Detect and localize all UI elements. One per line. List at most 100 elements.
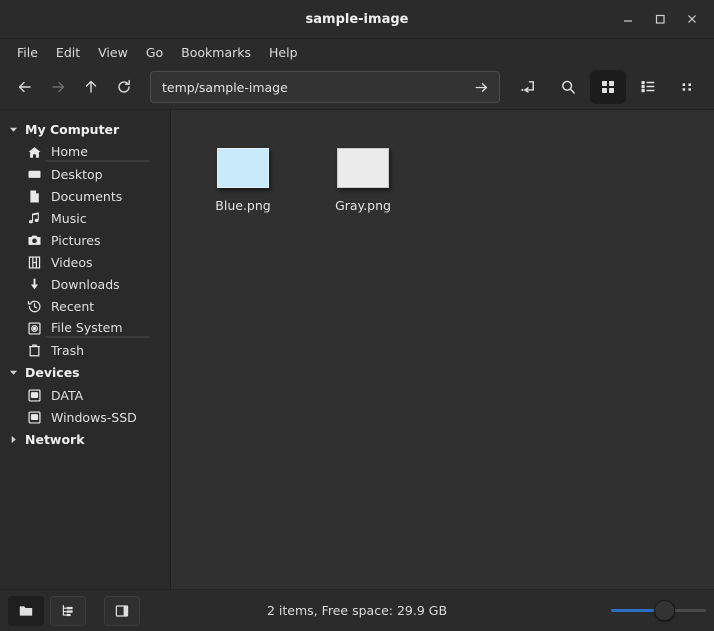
search-button[interactable] bbox=[550, 70, 586, 104]
menu-bookmarks[interactable]: Bookmarks bbox=[172, 42, 260, 63]
chevron-down-icon bbox=[8, 125, 18, 134]
minimize-icon bbox=[624, 20, 632, 22]
icon-view-button[interactable] bbox=[590, 70, 626, 104]
arrow-up-icon bbox=[85, 80, 96, 93]
sidebar-item-data[interactable]: DATA bbox=[0, 384, 170, 406]
reload-icon bbox=[117, 79, 130, 93]
address-go-button[interactable] bbox=[471, 79, 491, 96]
menu-bar: File Edit View Go Bookmarks Help bbox=[0, 39, 714, 65]
camera-icon bbox=[26, 232, 42, 248]
menu-go[interactable]: Go bbox=[137, 42, 172, 63]
chevron-right-icon bbox=[8, 435, 18, 444]
sidebar-item-music[interactable]: Music bbox=[0, 207, 170, 229]
reload-button[interactable] bbox=[107, 71, 140, 103]
window-controls bbox=[612, 4, 714, 34]
forward-button[interactable] bbox=[41, 71, 74, 103]
sidebar-item-label: Trash bbox=[51, 342, 85, 358]
sidebar-item-windows-ssd[interactable]: Windows-SSD bbox=[0, 406, 170, 428]
desktop-icon bbox=[26, 166, 42, 182]
thumbnail-wrapper bbox=[332, 136, 394, 188]
file-system-usage-meter bbox=[45, 336, 150, 338]
zoom-slider[interactable] bbox=[611, 600, 706, 622]
clock-history-icon bbox=[26, 298, 42, 314]
menu-view[interactable]: View bbox=[89, 42, 137, 63]
grid-view-icon bbox=[602, 81, 614, 93]
file-manager-window: sample-image File Edit View Go Bookmarks… bbox=[0, 0, 714, 631]
address-bar[interactable]: temp/sample-image bbox=[150, 71, 500, 103]
search-icon bbox=[561, 80, 575, 94]
download-icon bbox=[26, 276, 42, 292]
file-item-blue[interactable]: Blue.png bbox=[183, 128, 303, 219]
window-body: My Computer Home Desktop Documents Music… bbox=[0, 110, 714, 589]
sidebar-item-label: Desktop bbox=[51, 166, 103, 182]
menu-file[interactable]: File bbox=[8, 42, 47, 63]
menu-edit[interactable]: Edit bbox=[47, 42, 89, 63]
image-thumbnail bbox=[337, 148, 389, 188]
home-icon bbox=[26, 144, 42, 160]
sidebar: My Computer Home Desktop Documents Music… bbox=[0, 110, 171, 589]
sidebar-item-downloads[interactable]: Downloads bbox=[0, 273, 170, 295]
back-button[interactable] bbox=[8, 71, 41, 103]
address-input[interactable]: temp/sample-image bbox=[162, 80, 471, 95]
home-usage-meter bbox=[45, 160, 150, 162]
split-pane-icon bbox=[520, 80, 534, 93]
sidebar-item-label: Downloads bbox=[51, 276, 120, 292]
toolbar: temp/sample-image bbox=[0, 65, 714, 110]
file-name-label: Blue.png bbox=[215, 198, 271, 213]
chevron-down-icon bbox=[8, 368, 18, 377]
file-list-area[interactable]: Blue.png Gray.png bbox=[171, 110, 714, 589]
slider-handle[interactable] bbox=[653, 600, 675, 621]
sidebar-item-desktop[interactable]: Desktop bbox=[0, 163, 170, 185]
window-title: sample-image bbox=[305, 11, 409, 27]
sidebar-item-label: DATA bbox=[51, 387, 84, 403]
sidebar-item-label: Home bbox=[51, 144, 88, 159]
sidebar-group-network[interactable]: Network bbox=[0, 428, 170, 451]
icon-grid: Blue.png Gray.png bbox=[183, 128, 714, 219]
arrow-right-icon bbox=[475, 82, 487, 92]
sidebar-item-label: Recent bbox=[51, 298, 95, 314]
sidebar-group-label: My Computer bbox=[25, 122, 120, 137]
drive-icon bbox=[26, 387, 42, 403]
file-name-label: Gray.png bbox=[335, 198, 391, 213]
image-thumbnail bbox=[217, 148, 269, 188]
sidebar-group-my-computer[interactable]: My Computer bbox=[0, 118, 170, 141]
sidebar-item-pictures[interactable]: Pictures bbox=[0, 229, 170, 251]
compact-view-icon bbox=[682, 83, 691, 91]
arrow-left-icon bbox=[18, 81, 31, 93]
sidebar-item-label: Pictures bbox=[51, 232, 101, 248]
sidebar-item-file-system[interactable]: File System bbox=[0, 317, 170, 339]
file-item-gray[interactable]: Gray.png bbox=[303, 128, 423, 219]
tree-view-button[interactable] bbox=[50, 595, 86, 626]
up-button[interactable] bbox=[74, 71, 107, 103]
sidebar-item-recent[interactable]: Recent bbox=[0, 295, 170, 317]
status-bar: 2 items, Free space: 29.9 GB bbox=[0, 589, 714, 631]
maximize-button[interactable] bbox=[644, 4, 676, 34]
toggle-sidebar-button[interactable] bbox=[104, 595, 140, 626]
menu-help[interactable]: Help bbox=[260, 42, 307, 63]
sidebar-item-documents[interactable]: Documents bbox=[0, 185, 170, 207]
sidebar-group-label: Devices bbox=[25, 365, 80, 380]
disk-icon bbox=[26, 320, 42, 336]
sidebar-item-label: Videos bbox=[51, 254, 93, 270]
sidebar-item-label: Documents bbox=[51, 188, 123, 204]
sidebar-toggle-icon bbox=[115, 604, 129, 617]
sidebar-item-trash[interactable]: Trash bbox=[0, 339, 170, 361]
sidebar-group-label: Network bbox=[25, 432, 85, 447]
folder-view-button[interactable] bbox=[8, 595, 44, 626]
sidebar-item-videos[interactable]: Videos bbox=[0, 251, 170, 273]
title-bar: sample-image bbox=[0, 0, 714, 39]
sidebar-group-devices[interactable]: Devices bbox=[0, 361, 170, 384]
list-view-icon bbox=[641, 81, 655, 93]
list-view-button[interactable] bbox=[630, 70, 666, 104]
arrow-right-icon bbox=[51, 81, 64, 93]
maximize-icon bbox=[655, 14, 665, 24]
sidebar-item-home[interactable]: Home bbox=[0, 141, 170, 163]
compact-view-button[interactable] bbox=[670, 70, 706, 104]
trash-icon bbox=[26, 342, 42, 358]
sidebar-item-label: Music bbox=[51, 210, 87, 226]
minimize-button[interactable] bbox=[612, 4, 644, 34]
thumbnail-wrapper bbox=[212, 136, 274, 188]
open-terminal-button[interactable] bbox=[510, 70, 546, 104]
film-icon bbox=[26, 254, 42, 270]
close-button[interactable] bbox=[676, 4, 708, 34]
